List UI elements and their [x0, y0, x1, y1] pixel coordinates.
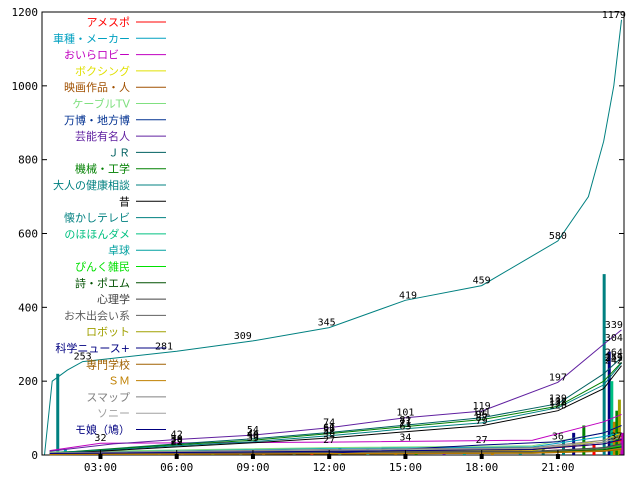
- data-label-4: 419: [399, 290, 417, 301]
- legend-label-7: 芸能有名人: [75, 129, 130, 143]
- legend-label-15: ぴんく雑民: [75, 260, 130, 274]
- x-tick-block-3: [327, 454, 332, 459]
- legend-label-22: ＳＭ: [108, 375, 130, 388]
- legend-label-18: お木出会い系: [64, 308, 130, 322]
- data-label-1: 281: [155, 341, 173, 352]
- legend-label-6: 万博・地方博: [64, 113, 130, 127]
- data-labels: 2532813093454194595801179339304264251249…: [74, 10, 626, 448]
- data-label-29: 63: [399, 422, 411, 433]
- x-tick-block-4: [403, 454, 408, 459]
- legend-label-21: 専門学校: [86, 357, 130, 371]
- legend-label-24: ソニー: [97, 407, 130, 420]
- x-tick-label-1: 06:00: [160, 461, 193, 474]
- data-label-49: 37: [610, 431, 622, 442]
- data-label-23: 79: [476, 416, 488, 427]
- series-lines: [44, 19, 622, 456]
- legend-label-5: ケーブルTV: [72, 97, 130, 111]
- y-tick-label-4: 800: [18, 154, 38, 167]
- x-tick-label-3: 12:00: [313, 461, 346, 474]
- legend-label-9: 機械・工学: [75, 162, 130, 176]
- x-tick-block-2: [250, 454, 255, 459]
- x-tick-block-5: [479, 454, 484, 459]
- data-label-8: 339: [605, 320, 623, 331]
- legend-label-20: 科学ニュース+: [55, 341, 130, 355]
- legend-label-25: モ娘（鳩）: [75, 423, 130, 437]
- data-label-18: 120: [549, 401, 567, 412]
- legend-label-11: 昔: [119, 195, 130, 208]
- x-tick-label-2: 09:00: [236, 461, 269, 474]
- data-label-46: 22: [171, 437, 183, 448]
- y-tick-label-2: 400: [18, 301, 38, 314]
- y-tick-label-1: 200: [18, 375, 38, 388]
- data-label-24: 27: [476, 435, 488, 446]
- data-label-3: 345: [318, 318, 336, 329]
- legend-label-17: 心理学: [97, 292, 130, 306]
- data-label-2: 309: [234, 331, 252, 342]
- legend-label-19: ロボット: [86, 326, 130, 339]
- legend-label-12: 懐かしテレビ: [64, 211, 130, 225]
- series-line-10: [49, 362, 622, 454]
- y-tick-label-6: 1200: [12, 6, 39, 19]
- legend-label-0: アメスポ: [87, 16, 130, 29]
- x-tick-block-6: [555, 454, 560, 459]
- data-label-9: 304: [605, 333, 623, 344]
- legend-label-14: 卓球: [108, 243, 130, 257]
- data-label-48: 36: [552, 432, 564, 443]
- legend-label-4: 映画作品・人: [64, 81, 130, 94]
- activity-bar-0: [56, 373, 60, 455]
- data-label-13: 242: [605, 356, 623, 367]
- y-tick-label-3: 600: [18, 228, 38, 241]
- data-label-7: 1179: [602, 10, 626, 21]
- x-tick-block-1: [174, 454, 179, 459]
- chart-svg: 2532813093454194595801179339304264251249…: [12, 6, 626, 474]
- data-label-41: 33: [247, 433, 259, 444]
- x-tick-label-0: 03:00: [84, 461, 117, 474]
- legend-label-13: のほほんダメ: [64, 227, 130, 241]
- legend: アメスポ車種・メーカーおいらロビーボクシング映画作品・人ケーブルTV 万博・地方博…: [53, 16, 166, 437]
- legend-label-3: ボクシング: [75, 64, 130, 78]
- data-label-6: 580: [549, 231, 567, 242]
- data-label-30: 34: [399, 432, 411, 443]
- series-line-12: [44, 19, 622, 456]
- legend-label-1: 車種・メーカー: [53, 31, 130, 45]
- y-tick-label-5: 1000: [12, 80, 39, 93]
- y-tick-label-0: 0: [31, 449, 38, 462]
- x-tick-label-5: 18:00: [465, 461, 498, 474]
- data-label-5: 459: [473, 276, 491, 287]
- legend-label-10: 大人の健康相談: [53, 178, 130, 192]
- data-label-14: 197: [549, 372, 567, 383]
- x-tick-label-4: 15:00: [389, 461, 422, 474]
- series-line-8: [49, 357, 622, 454]
- legend-label-23: スマップ: [86, 391, 130, 404]
- legend-label-2: おいらロビー: [64, 49, 130, 62]
- legend-label-16: 詩・ポエム: [75, 277, 130, 290]
- x-tick-label-6: 21:00: [541, 461, 574, 474]
- x-tick-block-0: [98, 454, 103, 459]
- legend-label-8: ＪＲ: [108, 146, 130, 159]
- data-label-36: 27: [323, 435, 335, 446]
